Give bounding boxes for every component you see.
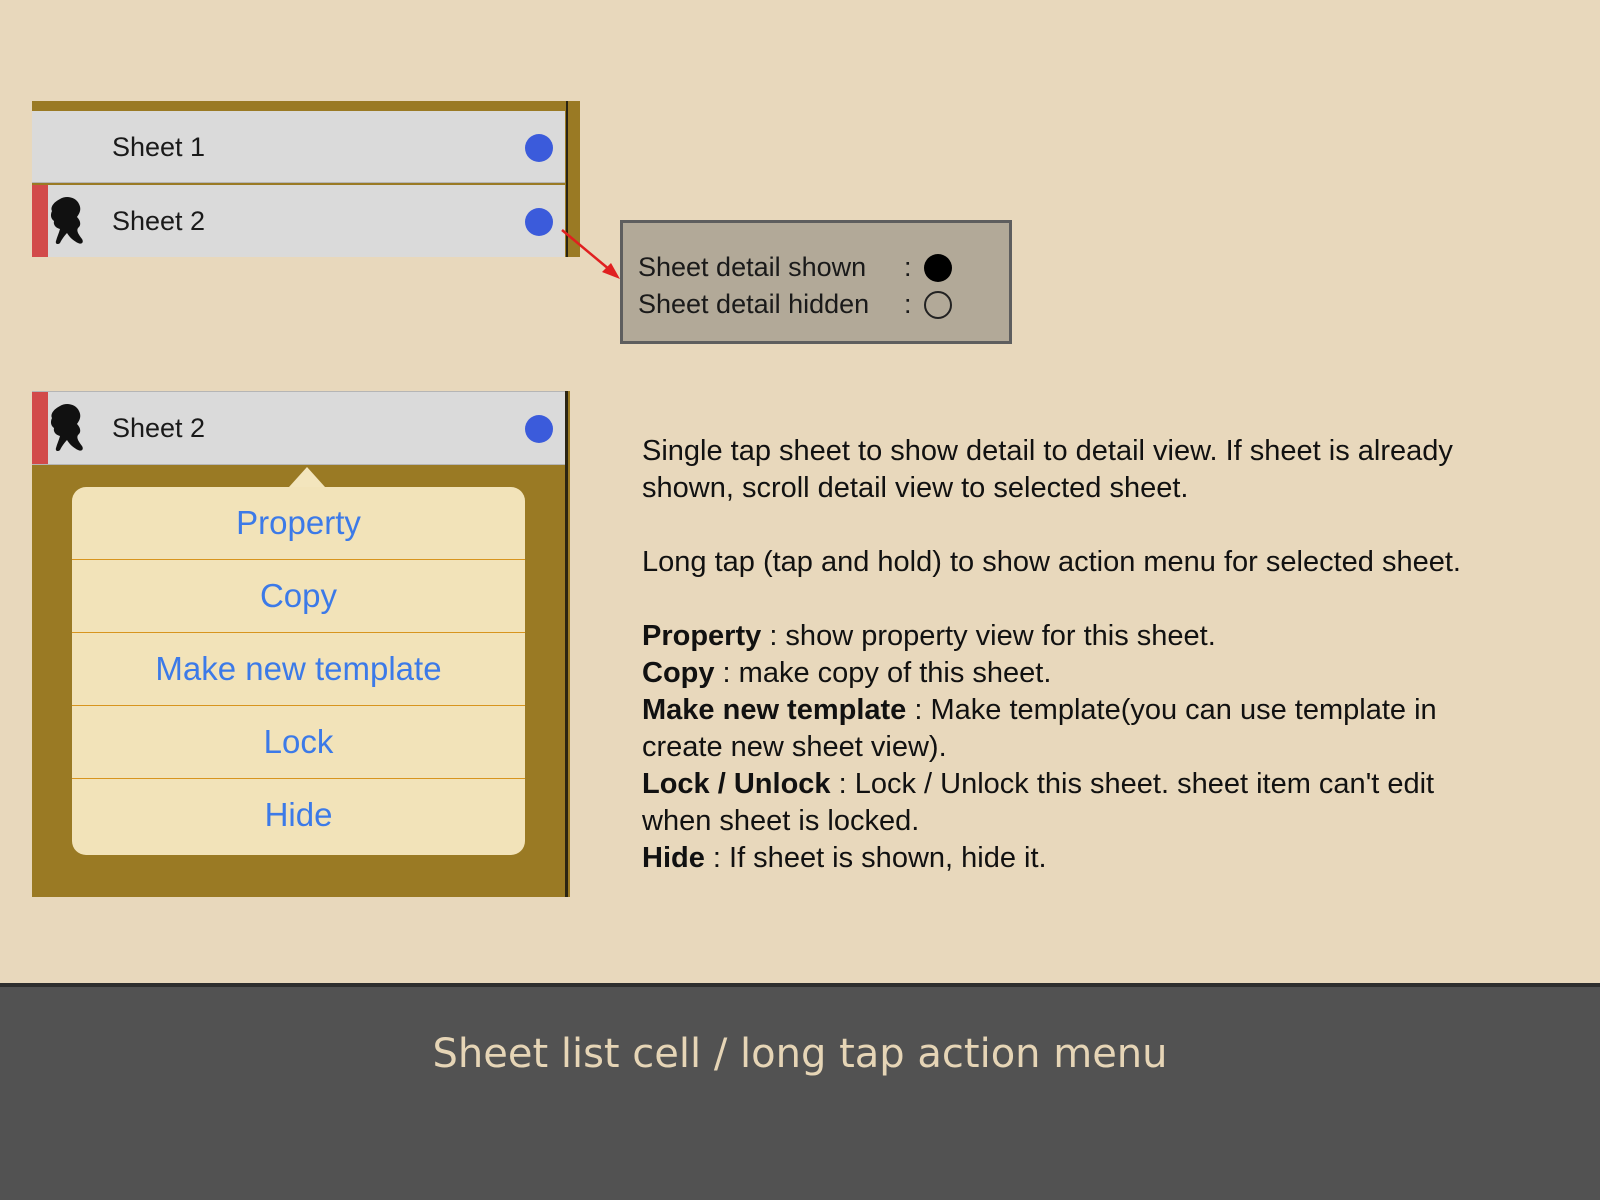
lock-marker [32, 185, 48, 257]
sheet-cell-1[interactable]: Sheet 1 [32, 111, 565, 183]
legend-separator: : [904, 289, 912, 319]
red-arrow-icon [561, 229, 620, 279]
sheet-list-bottom: Sheet 2 Property Copy Make new template … [32, 391, 570, 897]
legend-hidden-label: Sheet detail hidden [638, 289, 870, 319]
legend-row-hidden: Sheet detail hidden : [638, 286, 1009, 323]
single-tap-description: Single tap sheet to show detail to detai… [642, 435, 1453, 504]
description-text: Single tap sheet to show detail to detai… [642, 433, 1482, 877]
description-term: Property [642, 620, 762, 652]
legend-row-shown: Sheet detail shown : [638, 249, 1009, 286]
legend-box: Sheet detail shown : Sheet detail hidden… [620, 220, 1012, 344]
legend-shown-label: Sheet detail shown [638, 252, 867, 282]
description-detail: : make copy of this sheet. [714, 657, 1052, 689]
filled-circle-icon [924, 253, 952, 282]
description-item-template: Make new template : Make template(you ca… [642, 692, 1482, 766]
menu-item-copy[interactable]: Copy [72, 560, 525, 633]
sheet-cell-label: Sheet 2 [112, 206, 206, 236]
description-term: Copy [642, 657, 715, 689]
long-tap-description: Long tap (tap and hold) to show action m… [642, 546, 1461, 578]
menu-item-lock[interactable]: Lock [72, 706, 525, 779]
lock-marker [32, 392, 48, 464]
list-edge [565, 391, 568, 897]
detail-shown-dot-icon[interactable] [525, 415, 553, 443]
sheet-cell-label: Sheet 1 [112, 132, 206, 162]
description-item-copy: Copy : make copy of this sheet. [642, 655, 1482, 692]
description-item-property: Property : show property view for this s… [642, 618, 1482, 655]
action-menu: Property Copy Make new template Lock Hid… [72, 487, 525, 855]
description-term: Lock / Unlock [642, 768, 831, 800]
silhouette-icon [50, 196, 83, 245]
menu-item-make-new-template[interactable]: Make new template [72, 633, 525, 706]
hollow-circle-icon [924, 290, 952, 319]
silhouette-icon [50, 403, 83, 452]
slide-title: Sheet list cell / long tap action menu [432, 1031, 1168, 1077]
description-item-lock: Lock / Unlock : Lock / Unlock this sheet… [642, 766, 1482, 840]
sheet-cell-label: Sheet 2 [112, 413, 206, 443]
menu-item-property[interactable]: Property [72, 487, 525, 560]
description-detail: : If sheet is shown, hide it. [704, 842, 1047, 874]
description-detail: : show property view for this sheet. [761, 620, 1216, 652]
legend-separator: : [904, 252, 912, 282]
detail-shown-dot-icon[interactable] [525, 208, 553, 236]
sheet-cell-selected[interactable]: Sheet 2 [32, 391, 565, 465]
menu-item-hide[interactable]: Hide [72, 779, 525, 852]
description-term: Hide [642, 842, 705, 874]
menu-pointer [289, 467, 325, 487]
sheet-list-top: Sheet 1 Sheet 2 [32, 101, 580, 257]
footer-bar: Sheet list cell / long tap action menu [0, 983, 1600, 1200]
description-term: Make new template [642, 694, 907, 726]
description-item-hide: Hide : If sheet is shown, hide it. [642, 840, 1482, 877]
sheet-cell-2[interactable]: Sheet 2 [32, 185, 565, 257]
detail-shown-dot-icon[interactable] [525, 134, 553, 162]
